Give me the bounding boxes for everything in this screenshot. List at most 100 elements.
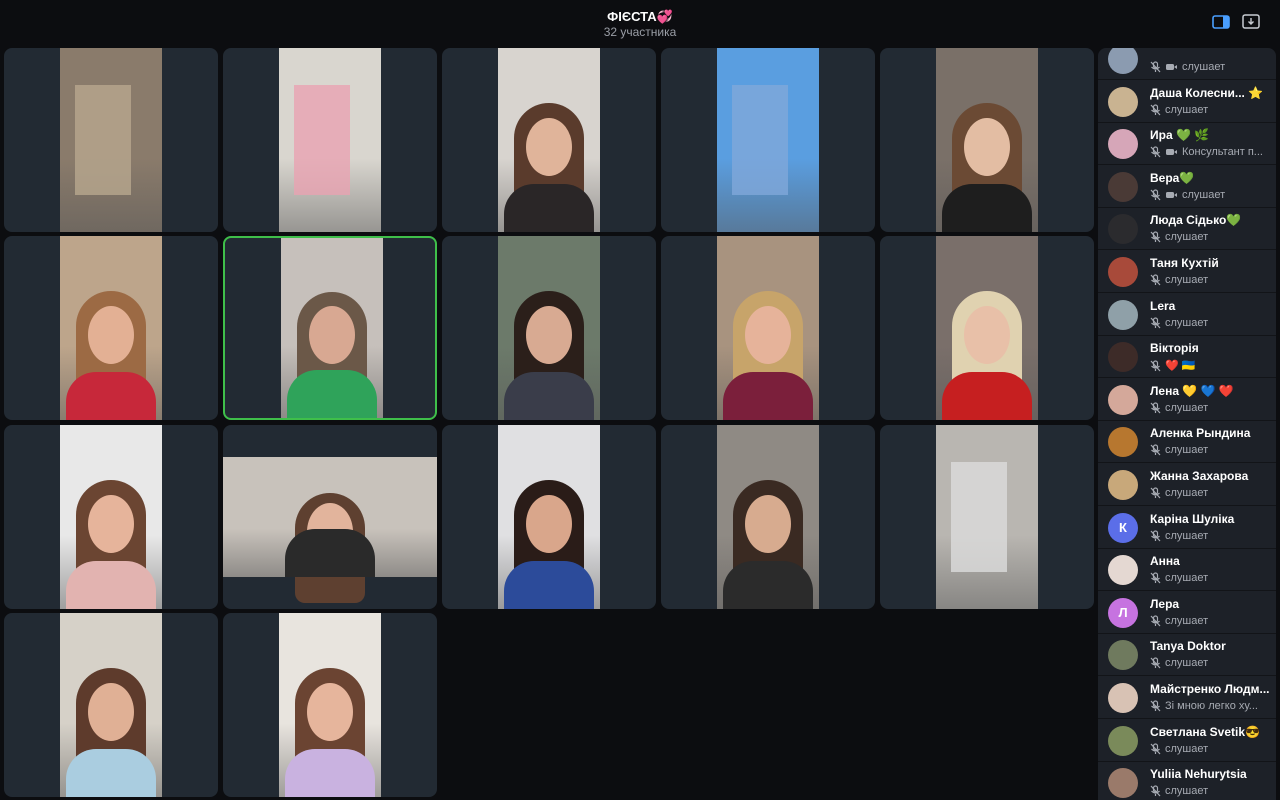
person-face: [526, 305, 572, 364]
video-tile-10[interactable]: [880, 236, 1094, 420]
participant-row[interactable]: Анна слушает: [1098, 549, 1276, 592]
avatar: К: [1108, 512, 1138, 543]
avatar: [1108, 342, 1138, 373]
video-feed: [717, 425, 819, 609]
person-body: [285, 529, 375, 577]
participant-row[interactable]: слушает: [1098, 48, 1276, 80]
video-tile-15[interactable]: [880, 425, 1094, 609]
video-feed: [717, 48, 819, 232]
video-tile-8[interactable]: [442, 236, 656, 420]
status-text: слушает: [1165, 742, 1209, 755]
video-tile-16[interactable]: [4, 613, 218, 797]
participant-row[interactable]: Люда Сідько💚 слушает: [1098, 208, 1276, 251]
participant-row[interactable]: Майстренко Людм... Зі мною легко ху...: [1098, 677, 1276, 719]
status-text: слушает: [1165, 103, 1209, 116]
camera-icon: [1165, 147, 1178, 157]
video-feed: [60, 613, 162, 797]
status-text: Консультант п...: [1182, 146, 1263, 159]
video-tile-6[interactable]: [4, 236, 218, 420]
video-tile-13[interactable]: [442, 425, 656, 609]
participant-row[interactable]: Вера💚 слушает: [1098, 166, 1276, 208]
scene-object: [732, 84, 789, 196]
participant-row[interactable]: Светлана Svetik😎 слушает: [1098, 720, 1276, 762]
participant-row[interactable]: Lera слушает: [1098, 294, 1276, 336]
mic-off-icon: [1150, 189, 1161, 201]
person-body: [287, 370, 377, 418]
status-text: Зі мною легко ху...: [1165, 700, 1258, 712]
participant-status: ❤️ 🇺🇦: [1150, 359, 1272, 372]
mic-off-icon: [1150, 529, 1161, 542]
participant-row[interactable]: Yuliia Nehurytsia слушает: [1098, 762, 1276, 800]
status-text: слушает: [1165, 316, 1209, 329]
person-face: [88, 682, 134, 741]
mic-off-icon: [1150, 615, 1161, 627]
participant-status: слушает: [1150, 231, 1272, 243]
person-body: [942, 372, 1032, 420]
video-feed: [60, 48, 162, 232]
participant-status: слушает: [1150, 104, 1272, 116]
video-tile-1[interactable]: [4, 48, 218, 232]
person-face: [88, 494, 134, 553]
mic-off-icon: [1150, 742, 1161, 755]
participant-name: Аленка Рындина: [1150, 426, 1251, 441]
video-tile-9[interactable]: [661, 236, 875, 420]
person-face: [964, 117, 1010, 176]
participant-row[interactable]: Л Лера слушает: [1098, 592, 1276, 634]
participant-row[interactable]: Даша Колесни... ⭐ слушает: [1098, 81, 1276, 123]
video-tile-17[interactable]: [223, 613, 437, 797]
person-body: [285, 749, 375, 797]
status-text: слушает: [1165, 572, 1209, 585]
video-tile-3[interactable]: [442, 48, 656, 232]
video-tile-4[interactable]: [661, 48, 875, 232]
sidebar-layout-button[interactable]: [1210, 14, 1232, 34]
participant-row[interactable]: Аленка Рындина слушает: [1098, 421, 1276, 464]
person-face: [307, 682, 353, 741]
participant-name: Таня Кухтій: [1150, 256, 1219, 270]
participant-row[interactable]: К Каріна Шуліка слушает: [1098, 507, 1276, 549]
status-text: слушает: [1165, 231, 1209, 244]
participant-name: Yuliia Nehurytsia: [1150, 767, 1247, 782]
status-text: слушает: [1182, 188, 1226, 201]
participant-status: слушает: [1150, 189, 1272, 201]
participants-sidebar[interactable]: слушает Даша Колесни... ⭐ слушает Ира 💚 🌿 Ко…: [1098, 48, 1276, 800]
video-tile-2[interactable]: [223, 48, 437, 232]
participant-status: слушает: [1150, 444, 1272, 456]
participant-row[interactable]: Вікторія ❤️ 🇺🇦: [1098, 336, 1276, 379]
participant-name: Даша Колесни... ⭐: [1150, 85, 1264, 100]
mic-off-icon: [1150, 444, 1161, 456]
participant-name: Лера: [1150, 596, 1180, 611]
participant-name: Lera: [1150, 298, 1176, 313]
picture-in-picture-button[interactable]: [1240, 14, 1262, 34]
video-tile-14[interactable]: [661, 425, 875, 609]
avatar: [1108, 427, 1138, 458]
participant-name: Tanya Doktor: [1150, 639, 1226, 654]
participant-row[interactable]: Жанна Захарова слушает: [1098, 464, 1276, 506]
avatar: Л: [1108, 597, 1138, 628]
picture-in-picture-icon: [1242, 14, 1260, 34]
participant-row[interactable]: Лена 💛 💙 ❤️ слушает: [1098, 379, 1276, 421]
mic-off-icon: [1150, 231, 1161, 243]
person-body: [723, 372, 813, 420]
mic-off-icon: [1150, 785, 1161, 797]
avatar: [1108, 129, 1138, 160]
participant-status: слушает: [1150, 61, 1272, 73]
person-body: [504, 372, 594, 420]
video-feed: [223, 457, 437, 603]
video-feed: [936, 425, 1038, 609]
status-text: слушает: [1165, 657, 1209, 670]
avatar: [1108, 768, 1138, 799]
person-face: [526, 494, 572, 553]
video-tile-12[interactable]: [223, 425, 437, 609]
participant-status: слушает: [1150, 317, 1272, 329]
avatar: [1108, 384, 1138, 415]
video-tile-7[interactable]: [223, 236, 437, 420]
participant-row[interactable]: Таня Кухтій слушает: [1098, 251, 1276, 293]
video-tile-11[interactable]: [4, 425, 218, 609]
status-text: слушает: [1165, 401, 1209, 414]
video-feed: [498, 236, 600, 420]
participant-row[interactable]: Ира 💚 🌿 Консультант п...: [1098, 123, 1276, 166]
person-body: [504, 184, 594, 232]
video-tile-5[interactable]: [880, 48, 1094, 232]
participant-row[interactable]: Tanya Doktor слушает: [1098, 634, 1276, 677]
participant-status: слушает: [1150, 785, 1272, 797]
